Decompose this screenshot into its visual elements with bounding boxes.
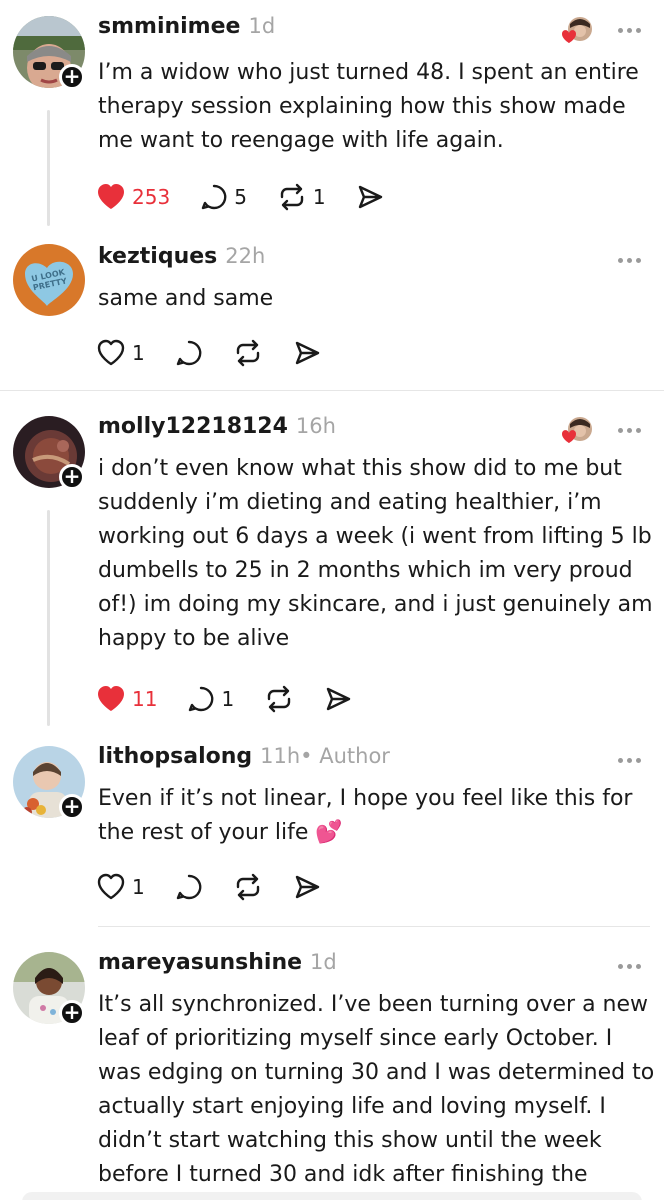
liked-by-avatar [560, 414, 594, 446]
timestamp: 1d [248, 14, 276, 38]
username[interactable]: keztiques [98, 244, 217, 269]
more-icon[interactable] [618, 964, 642, 970]
heart-icon [98, 184, 124, 209]
share-icon [295, 341, 319, 365]
like-button[interactable]: 1 [96, 873, 145, 901]
timestamp: 1d [310, 950, 337, 974]
more-icon[interactable] [618, 258, 642, 264]
share-button[interactable] [293, 339, 321, 367]
comment-icon [176, 874, 202, 900]
comment-count: 5 [234, 185, 247, 209]
post-mareyasunshine: + mareyasunshine 1d It’s all synchronize… [0, 950, 664, 1200]
username[interactable]: molly12218124 [98, 414, 288, 439]
comment-count: 1 [221, 687, 235, 711]
action-bar: 1 [96, 870, 351, 904]
share-button[interactable] [293, 873, 321, 901]
repost-button[interactable] [233, 873, 263, 901]
repost-icon [236, 873, 259, 901]
liked-by-avatar [560, 14, 594, 46]
post-text: It’s all synchronized. I’ve been turning… [98, 992, 655, 1187]
share-icon [295, 875, 319, 899]
comment-button[interactable] [175, 339, 203, 367]
share-button[interactable] [356, 183, 384, 211]
comment-icon [189, 686, 214, 712]
action-bar: 1 [96, 336, 351, 370]
repost-count: 1 [312, 185, 326, 209]
follow-plus-icon[interactable]: + [59, 64, 85, 90]
post-header: smminimee 1d [98, 14, 275, 48]
thread-line [47, 510, 50, 726]
repost-icon [280, 183, 304, 211]
heart-outline-icon [97, 873, 125, 900]
comment-button[interactable]: 1 [187, 685, 234, 713]
repost-button[interactable]: 1 [277, 183, 326, 211]
like-button[interactable]: 253 [96, 183, 170, 211]
like-button[interactable]: 1 [96, 339, 145, 367]
heart-outline-icon [97, 339, 125, 366]
comment-button[interactable] [175, 873, 203, 901]
comment-icon [201, 184, 227, 210]
divider [0, 390, 664, 391]
share-icon [358, 185, 382, 209]
like-count: 11 [132, 687, 158, 711]
action-bar: 11 1 [96, 682, 382, 716]
comment-icon [176, 340, 202, 366]
timestamp: 11h [260, 744, 301, 768]
like-button[interactable]: 11 [96, 685, 157, 713]
post-keztiques: U LOOK PRETTY keztiques 22h same and sam… [0, 244, 664, 384]
comment-button[interactable]: 5 [200, 183, 247, 211]
divider [98, 926, 650, 927]
post-text: same and same [98, 286, 274, 311]
timestamp: 16h [295, 414, 336, 438]
post-lithopsalong: + lithopsalong 11h • Author Even if it’s… [0, 744, 664, 914]
follow-plus-icon[interactable]: + [59, 1000, 85, 1026]
post-text: I’m a widow who just turned 48. I spent … [98, 60, 639, 153]
share-icon [326, 687, 351, 711]
avatar[interactable]: U LOOK PRETTY [13, 244, 85, 316]
username[interactable]: smminimee [98, 14, 240, 39]
reply-composer-bar[interactable] [22, 1192, 642, 1200]
like-count: 253 [132, 185, 171, 209]
timestamp: 22h [225, 244, 266, 268]
post-header: keztiques 22h [98, 244, 265, 278]
like-count: 1 [132, 875, 145, 899]
like-count: 1 [132, 341, 145, 365]
more-icon[interactable] [618, 28, 642, 34]
share-button[interactable] [324, 685, 352, 713]
post-header: molly12218124 16h [98, 414, 336, 448]
repost-icon [267, 685, 291, 713]
more-icon[interactable] [618, 758, 642, 764]
post-text: Even if it’s not linear, I hope you feel… [98, 786, 633, 845]
post-molly12218124: + molly12218124 16h i don’t even know wh… [0, 414, 664, 734]
post-smminimee: + smminimee 1d I’m a widow who just turn… [0, 14, 664, 234]
follow-plus-icon[interactable]: + [59, 794, 85, 820]
username[interactable]: lithopsalong [98, 744, 252, 769]
more-icon[interactable] [618, 428, 642, 434]
post-header: lithopsalong 11h • Author [98, 744, 390, 778]
username[interactable]: mareyasunshine [98, 950, 302, 975]
thread-line [47, 110, 50, 226]
heart-icon [98, 686, 124, 711]
post-text: i don’t even know what this show did to … [98, 456, 653, 651]
repost-icon [236, 339, 259, 367]
repost-button[interactable] [233, 339, 263, 367]
author-badge: • Author [300, 744, 390, 768]
repost-button[interactable] [264, 685, 294, 713]
action-bar: 253 5 1 [96, 180, 414, 214]
post-header: mareyasunshine 1d [98, 950, 337, 984]
follow-plus-icon[interactable]: + [59, 464, 85, 490]
